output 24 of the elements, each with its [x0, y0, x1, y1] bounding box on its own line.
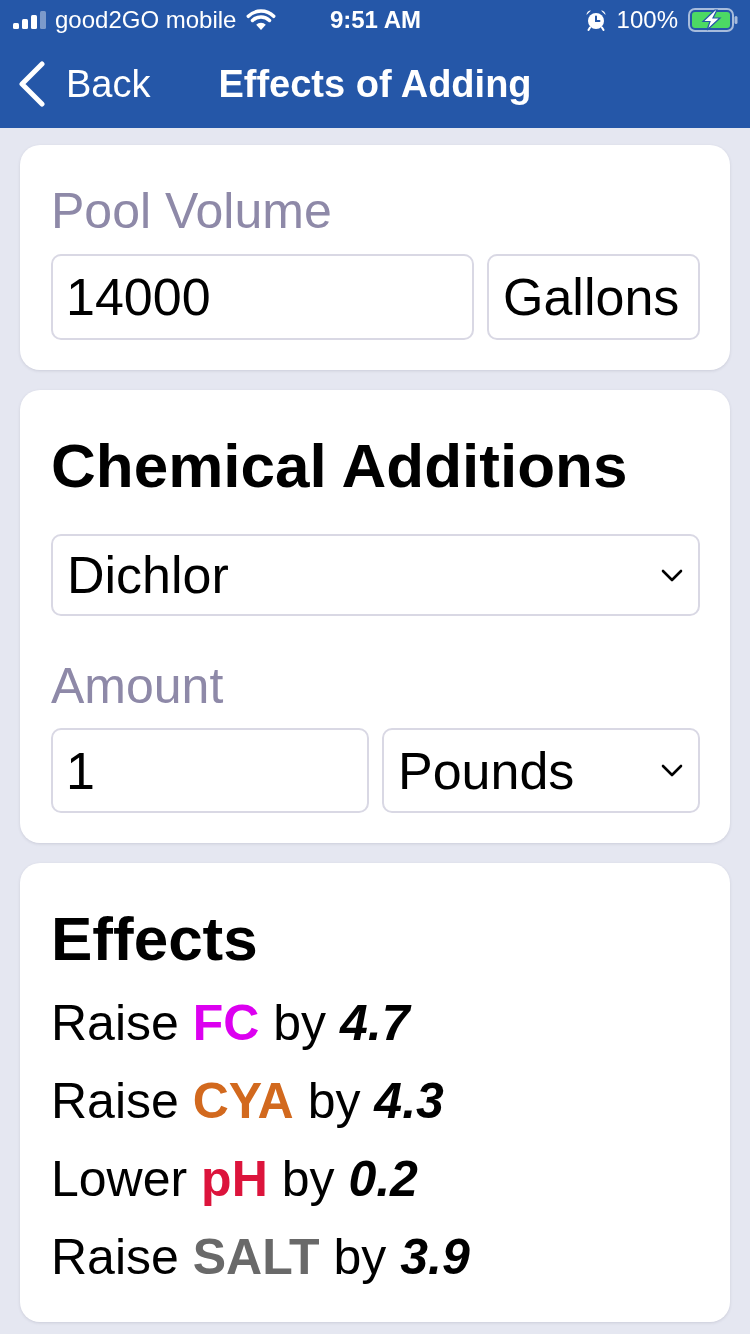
battery-percent: 100%: [616, 6, 678, 34]
effect-line: Raise CYA by 4.3: [51, 1072, 445, 1131]
chemical-select[interactable]: Dichlor: [51, 534, 700, 616]
chevron-down-icon: [661, 568, 683, 582]
wifi-icon: [246, 9, 277, 31]
effect-line: Raise FC by 4.7: [51, 994, 413, 1053]
section-heading: Effects: [51, 903, 259, 975]
effect-line: Raise SALT by 3.9: [51, 1228, 471, 1287]
field-label: Amount: [51, 657, 225, 716]
signal-icon: [13, 11, 47, 29]
effect-line: Lower pH by 0.2: [51, 1150, 419, 1209]
alarm-clock-icon: [584, 9, 607, 31]
unit-select[interactable]: Pounds: [382, 728, 700, 813]
field-label: Pool Volume: [51, 182, 333, 241]
chevron-down-icon: [661, 764, 683, 777]
back-button[interactable]: Back: [0, 60, 155, 108]
chevron-left-icon: [18, 61, 46, 107]
carrier-name: good2GO mobile: [55, 6, 237, 34]
section-heading: Chemical Additions: [51, 430, 629, 502]
unit-select[interactable]: Gallons: [487, 254, 700, 340]
volume-input[interactable]: 14000: [51, 254, 474, 340]
clock-time: 9:51 AM: [329, 6, 422, 34]
amount-input[interactable]: 1: [51, 728, 369, 813]
screen-title: Effects of Adding: [218, 62, 532, 107]
